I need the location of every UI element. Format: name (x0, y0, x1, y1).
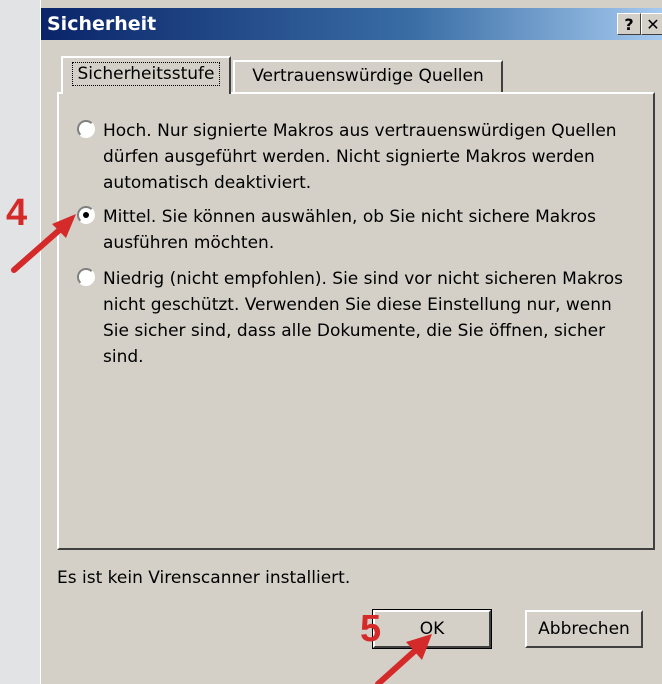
step-4-arrow (11, 214, 76, 273)
tab-sicherheitsstufe[interactable]: Sicherheitsstufe (61, 56, 231, 94)
annotation-arrows (11, 214, 432, 684)
step-5-label: 5 (360, 608, 382, 650)
step-5-arrow (375, 634, 432, 684)
tab-label: Sicherheitsstufe (72, 62, 220, 86)
